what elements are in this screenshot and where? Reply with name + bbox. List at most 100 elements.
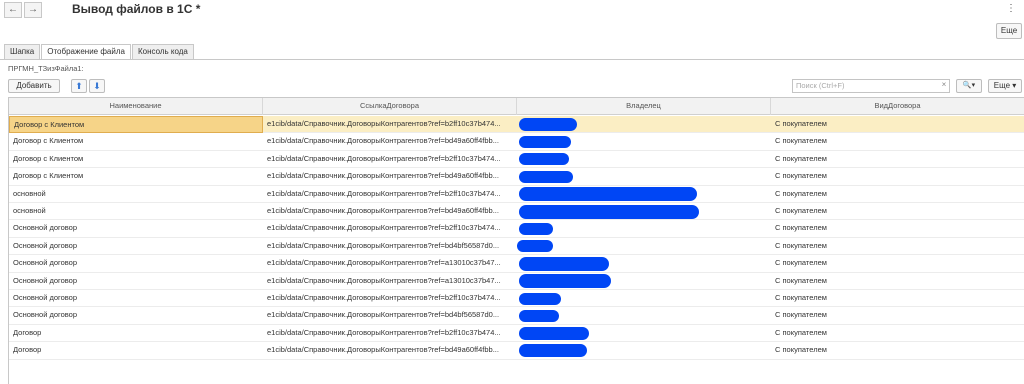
more-button[interactable]: Еще bbox=[996, 23, 1022, 39]
redaction-mark bbox=[519, 118, 577, 131]
cell-ref[interactable]: e1cib/data/Справочник.ДоговорыКонтрагент… bbox=[263, 290, 517, 307]
top-bar: ← → Вывод файлов в 1С * ⋮ bbox=[0, 0, 1024, 22]
cell-ref[interactable]: e1cib/data/Справочник.ДоговорыКонтрагент… bbox=[263, 307, 517, 324]
table-field-label: ПРГМН_ТЗизФайла1: bbox=[8, 64, 84, 73]
table-row[interactable]: Договор с Клиентом e1cib/data/Справочник.… bbox=[9, 133, 1024, 151]
cell-name[interactable]: основной bbox=[9, 203, 263, 220]
column-header-kind[interactable]: ВидДоговора bbox=[771, 98, 1024, 115]
cell-ref[interactable]: e1cib/data/Справочник.ДоговорыКонтрагент… bbox=[263, 168, 517, 185]
table-row[interactable]: Основной договор e1cib/data/Справочник.До… bbox=[9, 307, 1024, 325]
cell-kind[interactable]: С покупателем bbox=[771, 133, 1024, 150]
redaction-mark bbox=[519, 187, 697, 202]
cell-name[interactable]: Основной договор bbox=[9, 273, 263, 290]
tab-divider bbox=[0, 59, 1024, 60]
move-down-button[interactable]: ⬇ bbox=[89, 79, 105, 93]
table-row[interactable]: Основной договор e1cib/data/Справочник.До… bbox=[9, 238, 1024, 256]
cell-ref[interactable]: e1cib/data/Справочник.ДоговорыКонтрагент… bbox=[263, 203, 517, 220]
redaction-mark bbox=[519, 135, 571, 148]
cell-name[interactable]: Договор с Клиентом bbox=[9, 133, 263, 150]
column-header-owner[interactable]: Владелец bbox=[517, 98, 771, 115]
table-row[interactable]: Основной договор e1cib/data/Справочник.До… bbox=[9, 220, 1024, 238]
kebab-menu-icon[interactable]: ⋮ bbox=[1006, 3, 1016, 14]
cell-ref[interactable]: e1cib/data/Справочник.ДоговорыКонтрагент… bbox=[263, 238, 517, 255]
forward-button[interactable]: → bbox=[24, 2, 42, 18]
table-row[interactable]: Договор с Клиентом e1cib/data/Справочник.… bbox=[9, 151, 1024, 169]
cell-name[interactable]: Основной договор bbox=[9, 220, 263, 237]
cell-name[interactable]: Основной договор bbox=[9, 290, 263, 307]
table-more-button[interactable]: Еще ▾ bbox=[988, 79, 1022, 93]
redaction-mark bbox=[519, 153, 569, 166]
cell-ref[interactable]: e1cib/data/Справочник.ДоговорыКонтрагент… bbox=[263, 151, 517, 168]
cell-name[interactable]: основной bbox=[9, 186, 263, 203]
table-row[interactable]: Договор с Клиентом e1cib/data/Справочник.… bbox=[9, 168, 1024, 186]
table-row[interactable]: основной e1cib/data/Справочник.ДоговорыКо… bbox=[9, 186, 1024, 203]
cell-kind[interactable]: С покупателем bbox=[771, 342, 1024, 359]
redaction-mark bbox=[519, 309, 559, 322]
redaction-mark bbox=[519, 344, 587, 358]
search-button[interactable]: 🔍▾ bbox=[956, 79, 982, 93]
table-row[interactable]: Основной договор e1cib/data/Справочник.До… bbox=[9, 255, 1024, 273]
redaction-mark bbox=[517, 240, 553, 253]
arrow-up-icon: ⬆ bbox=[75, 81, 83, 91]
cell-kind[interactable]: С покупателем bbox=[771, 273, 1024, 290]
table-row[interactable]: Основной договор e1cib/data/Справочник.До… bbox=[9, 273, 1024, 290]
tab-file-display[interactable]: Отображение файла bbox=[41, 44, 131, 60]
arrow-left-icon: ← bbox=[8, 4, 18, 15]
cell-name[interactable]: Договор с Клиентом bbox=[9, 116, 263, 133]
table-row[interactable]: Основной договор e1cib/data/Справочник.До… bbox=[9, 290, 1024, 308]
redaction-mark bbox=[519, 204, 699, 219]
table-row[interactable]: Договор e1cib/data/Справочник.ДоговорыКон… bbox=[9, 342, 1024, 360]
arrow-right-icon: → bbox=[28, 4, 38, 15]
column-header-ref[interactable]: СсылкаДоговора bbox=[263, 98, 517, 115]
cell-kind[interactable]: С покупателем bbox=[771, 290, 1024, 307]
arrow-down-icon: ⬇ bbox=[93, 81, 101, 91]
cell-name[interactable]: Договор bbox=[9, 342, 263, 359]
table-row[interactable]: Договор с Клиентом e1cib/data/Справочник.… bbox=[9, 116, 1024, 134]
cell-owner[interactable] bbox=[517, 220, 771, 237]
tab-header[interactable]: Шапка bbox=[4, 44, 41, 59]
tab-code-console[interactable]: Консоль кода bbox=[131, 44, 194, 59]
cell-name[interactable]: Основной договор bbox=[9, 255, 263, 272]
search-input[interactable]: Поиск (Ctrl+F) bbox=[792, 79, 950, 93]
cell-kind[interactable]: С покупателем bbox=[771, 151, 1024, 168]
cell-ref[interactable]: e1cib/data/Справочник.ДоговорыКонтрагент… bbox=[263, 116, 517, 133]
cell-kind[interactable]: С покупателем bbox=[771, 307, 1024, 324]
cell-kind[interactable]: С покупателем bbox=[771, 116, 1024, 133]
cell-name[interactable]: Договор с Клиентом bbox=[9, 168, 263, 185]
cell-kind[interactable]: С покупателем bbox=[771, 255, 1024, 272]
tab-bar: Шапка Отображение файла Консоль кода bbox=[4, 44, 195, 60]
cell-name[interactable]: Основной договор bbox=[9, 307, 263, 324]
cell-kind[interactable]: С покупателем bbox=[771, 203, 1024, 220]
redaction-mark bbox=[519, 326, 589, 340]
cell-kind[interactable]: С покупателем bbox=[771, 238, 1024, 255]
redaction-mark bbox=[519, 170, 573, 183]
cell-name[interactable]: Договор с Клиентом bbox=[9, 151, 263, 168]
cell-kind[interactable]: С покупателем bbox=[771, 325, 1024, 342]
table-row[interactable]: Договор e1cib/data/Справочник.ДоговорыКон… bbox=[9, 325, 1024, 343]
cell-kind[interactable]: С покупателем bbox=[771, 186, 1024, 203]
cell-kind[interactable]: С покупателем bbox=[771, 220, 1024, 237]
cell-name[interactable]: Основной договор bbox=[9, 238, 263, 255]
redaction-mark bbox=[519, 292, 561, 305]
cell-ref[interactable]: e1cib/data/Справочник.ДоговорыКонтрагент… bbox=[263, 273, 517, 290]
cell-owner[interactable] bbox=[517, 238, 771, 255]
page-title: Вывод файлов в 1С * bbox=[72, 2, 201, 16]
cell-name[interactable]: Договор bbox=[9, 325, 263, 342]
table-row[interactable]: основной e1cib/data/Справочник.ДоговорыКо… bbox=[9, 203, 1024, 221]
cell-ref[interactable]: e1cib/data/Справочник.ДоговорыКонтрагент… bbox=[263, 325, 517, 342]
column-header-name[interactable]: Наименование bbox=[9, 98, 263, 115]
back-button[interactable]: ← bbox=[4, 2, 22, 18]
add-button[interactable]: Добавить bbox=[8, 79, 60, 93]
clear-search-icon[interactable]: × bbox=[938, 79, 950, 93]
cell-ref[interactable]: e1cib/data/Справочник.ДоговорыКонтрагент… bbox=[263, 186, 517, 203]
cell-kind[interactable]: С покупателем bbox=[771, 168, 1024, 185]
data-table[interactable]: Наименование СсылкаДоговора Владелец Вид… bbox=[8, 97, 1024, 384]
cell-ref[interactable]: e1cib/data/Справочник.ДоговорыКонтрагент… bbox=[263, 255, 517, 272]
cell-ref[interactable]: e1cib/data/Справочник.ДоговорыКонтрагент… bbox=[263, 133, 517, 150]
cell-ref[interactable]: e1cib/data/Справочник.ДоговорыКонтрагент… bbox=[263, 342, 517, 359]
cell-ref[interactable]: e1cib/data/Справочник.ДоговорыКонтрагент… bbox=[263, 220, 517, 237]
redaction-mark bbox=[519, 256, 609, 271]
move-up-button[interactable]: ⬆ bbox=[71, 79, 87, 93]
table-header: Наименование СсылкаДоговора Владелец Вид… bbox=[9, 98, 1024, 115]
redaction-mark bbox=[519, 222, 553, 235]
